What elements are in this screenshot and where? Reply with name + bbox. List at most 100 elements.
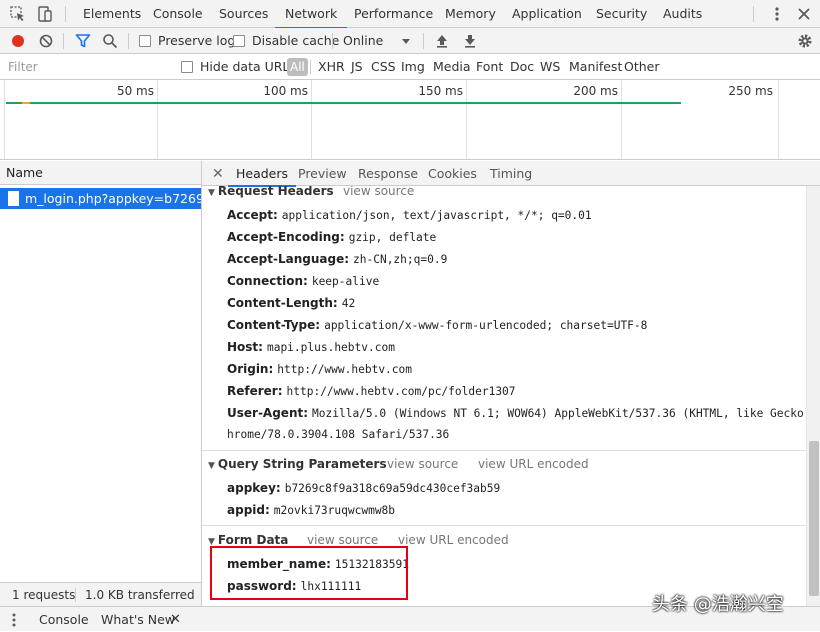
timeline-label: 250 ms <box>728 84 773 98</box>
request-list: Name m_login.php?appkey=b7269c8... 1 req… <box>0 161 202 606</box>
param-row: appkey: b7269c8f9a318c69a59dc430cef3ab59 <box>227 481 501 495</box>
request-detail-panel: ✕ Headers Preview Response Cookies Timin… <box>202 161 820 606</box>
tab-cookies[interactable]: Cookies <box>428 161 477 186</box>
filter-type-doc[interactable]: Doc <box>510 54 534 80</box>
collapse-triangle-icon: ▼ <box>208 461 215 471</box>
headers-content: ▼ Request Headers view source Accept: appl… <box>202 186 806 606</box>
param-row: appid: m2ovki73ruqwcwmw8b <box>227 503 396 517</box>
timeline-label: 50 ms <box>116 84 154 98</box>
section-divider <box>202 450 806 451</box>
header-row: Host: mapi.plus.hebtv.com <box>227 340 395 354</box>
timeline-gridline <box>4 80 5 159</box>
preserve-log-checkbox[interactable] <box>139 35 151 47</box>
request-headers-title[interactable]: ▼ Request Headers <box>208 186 334 200</box>
tab-network[interactable]: Network <box>274 0 348 29</box>
timeline-overview[interactable]: 50 ms 100 ms 150 ms 200 ms 250 ms <box>0 80 820 160</box>
gear-icon[interactable] <box>796 32 814 50</box>
tab-security[interactable]: Security <box>594 0 649 28</box>
timeline-label: 200 ms <box>573 84 618 98</box>
scrollbar-thumb[interactable] <box>809 441 819 596</box>
tab-elements[interactable]: Elements <box>81 0 143 28</box>
tab-preview[interactable]: Preview <box>298 161 347 186</box>
tab-memory[interactable]: Memory <box>443 0 498 28</box>
view-source-link[interactable]: view source <box>343 186 414 200</box>
device-toolbar-icon[interactable] <box>36 5 54 23</box>
disable-cache-checkbox[interactable] <box>233 35 245 47</box>
filter-type-xhr[interactable]: XHR <box>318 54 345 80</box>
request-row-selected[interactable]: m_login.php?appkey=b7269c8... <box>0 188 201 209</box>
filter-type-font[interactable]: Font <box>476 54 503 80</box>
filter-type-css[interactable]: CSS <box>371 54 396 80</box>
toolbar-divider <box>63 33 64 49</box>
close-devtools-icon[interactable] <box>795 5 813 23</box>
timeline-request-bar <box>6 102 681 104</box>
filter-type-img[interactable]: Img <box>401 54 425 80</box>
drawer-tab-whats-new[interactable]: What's New <box>101 607 175 632</box>
clear-icon[interactable] <box>37 32 55 50</box>
section-divider <box>202 525 806 526</box>
detail-tab-bar: ✕ Headers Preview Response Cookies Timin… <box>202 161 820 187</box>
filter-type-media[interactable]: Media <box>433 54 471 80</box>
view-url-encoded-link[interactable]: view URL encoded <box>398 531 509 549</box>
document-icon <box>8 191 19 206</box>
tab-divider <box>753 6 754 22</box>
inspect-element-icon[interactable] <box>9 5 27 23</box>
name-column-header[interactable]: Name <box>0 161 201 185</box>
tab-performance[interactable]: Performance <box>352 0 435 28</box>
filter-input[interactable] <box>2 57 170 77</box>
header-row: Accept-Language: zh-CN,zh;q=0.9 <box>227 252 448 266</box>
vertical-scrollbar[interactable] <box>806 186 820 606</box>
collapse-triangle-icon: ▼ <box>208 188 215 198</box>
tab-console[interactable]: Console <box>151 0 205 28</box>
header-row: Accept-Encoding: gzip, deflate <box>227 230 437 244</box>
highlight-annotation-box <box>210 546 408 600</box>
record-icon[interactable] <box>9 32 27 50</box>
tab-response[interactable]: Response <box>358 161 418 186</box>
drawer-tab-console[interactable]: Console <box>39 607 89 632</box>
request-count: 1 requests <box>12 588 76 602</box>
devtools-tab-bar: Elements Console Sources Network Perform… <box>0 0 820 29</box>
timeline-label: 100 ms <box>263 84 308 98</box>
tab-sources[interactable]: Sources <box>217 0 270 28</box>
view-source-link[interactable]: view source <box>387 455 458 473</box>
view-url-encoded-link[interactable]: view URL encoded <box>478 455 589 473</box>
tab-timing[interactable]: Timing <box>490 161 532 186</box>
close-icon[interactable]: ✕ <box>212 167 224 181</box>
watermark: 头条 @浩瀚兴空 <box>652 594 784 615</box>
import-har-icon[interactable] <box>433 32 451 50</box>
timeline-label: 150 ms <box>418 84 463 98</box>
filter-type-js[interactable]: JS <box>351 54 363 80</box>
timeline-gridline <box>466 80 467 159</box>
hide-data-urls-checkbox[interactable] <box>181 61 193 73</box>
drawer-menu-icon[interactable] <box>10 611 28 629</box>
tab-divider <box>65 6 66 22</box>
toolbar-divider <box>332 33 333 49</box>
filter-type-ws[interactable]: WS <box>540 54 560 80</box>
header-row: Connection: keep-alive <box>227 274 380 288</box>
chevron-down-icon[interactable] <box>400 33 418 51</box>
export-har-icon[interactable] <box>461 32 479 50</box>
timeline-gridline <box>311 80 312 159</box>
timeline-gridline <box>621 80 622 159</box>
more-options-icon[interactable] <box>768 5 786 23</box>
close-icon[interactable]: ✕ <box>170 607 181 632</box>
preserve-log-label: Preserve log <box>158 33 236 48</box>
filter-type-manifest[interactable]: Manifest <box>569 54 622 80</box>
filter-icon[interactable] <box>74 32 92 50</box>
transferred-size: 1.0 KB transferred <box>85 588 195 602</box>
header-row: Content-Length: 42 <box>227 296 356 310</box>
header-row: Accept: application/json, text/javascript… <box>227 208 592 222</box>
header-row: Content-Type: application/x-www-form-urle… <box>227 318 648 332</box>
query-string-title[interactable]: ▼ Query String Parameters <box>208 455 387 473</box>
filter-type-all[interactable]: All <box>287 58 308 76</box>
filter-type-other[interactable]: Other <box>624 54 660 80</box>
tab-audits[interactable]: Audits <box>661 0 704 28</box>
search-icon[interactable] <box>101 32 119 50</box>
tab-headers[interactable]: Headers <box>227 161 297 187</box>
filter-bar: Hide data URLs All XHR JS CSS Img Media … <box>0 54 820 80</box>
tab-application[interactable]: Application <box>510 0 584 28</box>
throttling-select[interactable]: Online <box>343 28 383 54</box>
filter-divider <box>310 60 311 74</box>
header-row: Referer: http://www.hebtv.com/pc/folder13… <box>227 384 516 398</box>
header-row: Origin: http://www.hebtv.com <box>227 362 412 376</box>
